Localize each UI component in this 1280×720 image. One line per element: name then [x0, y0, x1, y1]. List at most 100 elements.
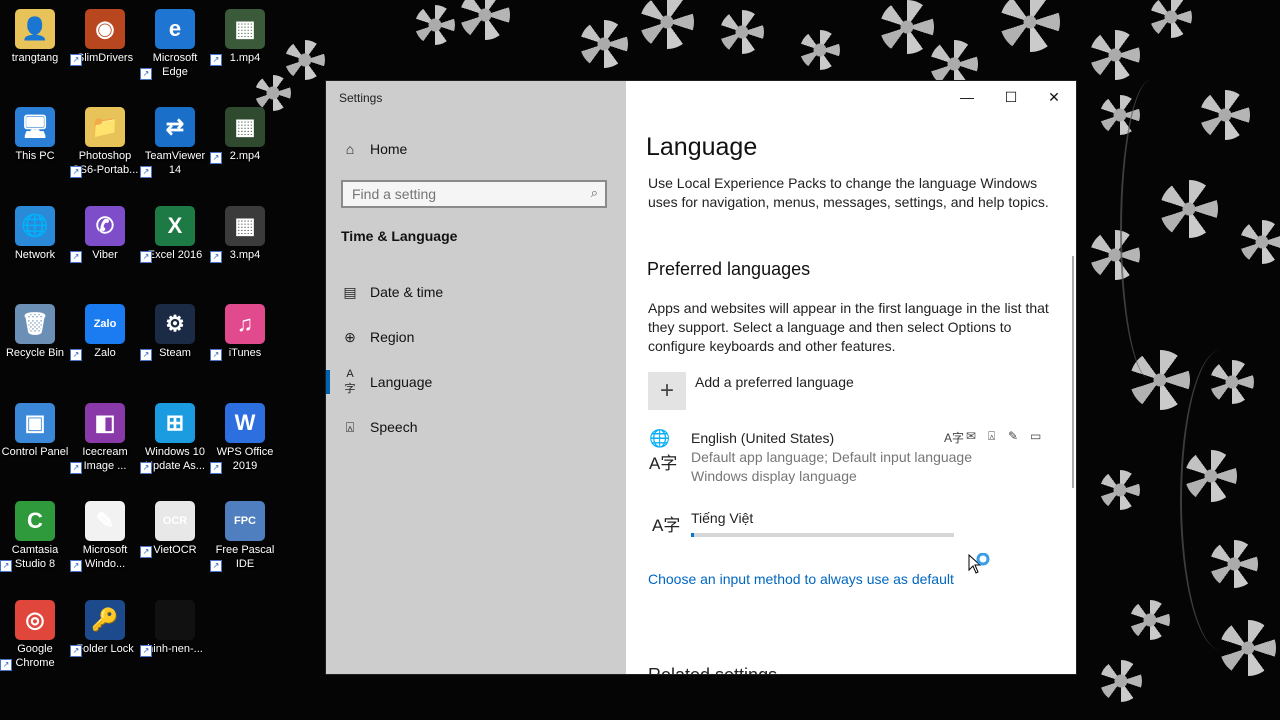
sidebar-item-language[interactable]: A字 Language [326, 362, 626, 402]
home-icon: ⌂ [345, 141, 355, 157]
shortcut-arrow-icon: ↗ [140, 166, 152, 178]
desktop-icon-label: This PC [15, 150, 55, 162]
app-icon: 🔑 [85, 600, 125, 640]
shortcut-arrow-icon: ↗ [210, 560, 222, 572]
app-icon: FPC [225, 501, 265, 541]
desktop-icon[interactable]: ✆ ↗ Viber [70, 202, 140, 263]
shortcut-arrow-icon: ↗ [210, 462, 222, 474]
microphone-icon: ⍓ [988, 429, 996, 443]
app-icon: e [155, 9, 195, 49]
desktop-icon[interactable]: 📁 ↗ Photoshop CS6-Portab... [70, 103, 140, 178]
desktop-icon[interactable]: W ↗ WPS Office 2019 [210, 399, 280, 474]
app-icon: ◎ [15, 600, 55, 640]
input-method-link[interactable]: Choose an input method to always use as … [648, 571, 954, 587]
desktop-icon[interactable]: ◎ ↗ Google Chrome [0, 596, 70, 671]
app-icon: 👤 [15, 9, 55, 49]
desktop-icon[interactable]: ▦ ↗ 1.mp4 [210, 5, 280, 66]
desktop-icon[interactable]: ▣ Control Panel [0, 399, 70, 459]
desktop-icon[interactable]: ◉ ↗ SlimDrivers [70, 5, 140, 66]
search-box[interactable]: ⌕ [341, 180, 607, 208]
shortcut-arrow-icon: ↗ [140, 251, 152, 263]
language-icon: A字 [344, 368, 356, 395]
plus-icon: + [659, 377, 674, 404]
app-icon: X [155, 206, 195, 246]
microphone-icon: ⍓ [345, 418, 355, 435]
add-language-button[interactable]: + [648, 372, 686, 410]
app-icon: 📁 [85, 107, 125, 147]
sidebar-item-date-time[interactable]: ▤ Date & time [326, 272, 626, 312]
app-icon: 🖥 [15, 107, 55, 147]
related-settings-heading: Related settings [648, 666, 777, 675]
shortcut-arrow-icon: ↗ [210, 54, 222, 66]
app-icon: C [15, 501, 55, 541]
desktop-icon[interactable]: ✎ ↗ Microsoft Windo... [70, 497, 140, 572]
desktop-icon[interactable]: OCR ↗ VietOCR [140, 497, 210, 558]
desktop-icon[interactable]: FPC ↗ Free Pascal IDE [210, 497, 280, 572]
sidebar-item-label: Language [370, 374, 433, 390]
desktop-icon-label: Recycle Bin [5, 347, 65, 359]
desktop-icon[interactable]: e ↗ Microsoft Edge [140, 5, 210, 80]
app-icon: ◧ [85, 403, 125, 443]
app-icon: 🌐 [15, 206, 55, 246]
app-icon: ◉ [85, 9, 125, 49]
shortcut-arrow-icon: ↗ [140, 645, 152, 657]
window-title: Settings [339, 91, 383, 105]
section-heading: Time & Language [341, 228, 458, 244]
app-icon: 🗑 [15, 304, 55, 344]
desktop-icon[interactable]: Zalo ↗ Zalo [70, 300, 140, 361]
app-icon: ▣ [15, 403, 55, 443]
app-icon: Zalo [85, 304, 125, 344]
shortcut-arrow-icon: ↗ [70, 349, 82, 361]
app-icon [155, 600, 195, 640]
page-title: Language [646, 133, 758, 161]
app-icon: ▦ [225, 107, 265, 147]
shortcut-arrow-icon: ↗ [210, 152, 222, 164]
app-icon: ▦ [225, 206, 265, 246]
add-language-label[interactable]: Add a preferred language [695, 373, 854, 392]
desktop-icon[interactable]: 👤 trangtang [0, 5, 70, 65]
language-detail: Default app language; Default input lang… [691, 449, 972, 465]
desktop-icon[interactable]: 🖥 This PC [0, 103, 70, 163]
busy-cursor-icon [967, 552, 993, 584]
desktop-icon[interactable]: ▦ ↗ 3.mp4 [210, 202, 280, 263]
shortcut-arrow-icon: ↗ [210, 251, 222, 263]
handwriting-icon: ✎ [1008, 429, 1019, 443]
sidebar-item-speech[interactable]: ⍓ Speech [326, 407, 626, 447]
sidebar-item-label: Date & time [370, 284, 444, 300]
globe-icon: ⊕ [344, 328, 356, 345]
scrollbar[interactable] [1072, 256, 1074, 488]
intro-text: Use Local Experience Packs to change the… [648, 175, 1049, 210]
language-icon: 🌐 A字 [649, 429, 678, 473]
desktop-icon-label: trangtang [11, 52, 59, 64]
sidebar-item-region[interactable]: ⊕ Region [326, 317, 626, 357]
desktop-icon[interactable]: ◧ ↗ Icecream Image ... [70, 399, 140, 474]
search-input[interactable] [343, 182, 591, 206]
language-icon: A字 [652, 516, 681, 535]
calendar-clock-icon: ▤ [343, 283, 357, 300]
desktop-icon[interactable]: ▦ ↗ 2.mp4 [210, 103, 280, 164]
desktop-icon[interactable]: ↗ hinh-nen-... [140, 596, 210, 657]
settings-content: Language Use Local Experience Packs to c… [626, 81, 1076, 674]
desktop-icon[interactable]: ⚙ ↗ Steam [140, 300, 210, 361]
desktop-icon[interactable]: X ↗ Excel 2016 [140, 202, 210, 263]
desktop-icon[interactable]: ⇄ ↗ TeamViewer 14 [140, 103, 210, 178]
app-icon: ⊞ [155, 403, 195, 443]
language-name-vietnamese[interactable]: Tiếng Việt [691, 509, 753, 528]
display-language-icon: A字 [944, 431, 965, 445]
app-icon: W [225, 403, 265, 443]
shortcut-arrow-icon: ↗ [210, 349, 222, 361]
shortcut-arrow-icon: ↗ [70, 462, 82, 474]
sidebar-item-label: Speech [370, 419, 418, 435]
settings-sidebar: Settings ⌂ Home ⌕ Time & Language ▤ Date… [326, 81, 626, 674]
desktop-icon[interactable]: 🌐 Network [0, 202, 70, 262]
desktop-icon[interactable]: 🗑 Recycle Bin [0, 300, 70, 360]
desktop-icon[interactable]: 🔑 ↗ Folder Lock [70, 596, 140, 657]
search-icon: ⌕ [590, 185, 598, 200]
progress-fill [691, 533, 694, 537]
sidebar-item-home[interactable]: ⌂ Home [326, 129, 626, 169]
desktop-icon[interactable]: ♫ ↗ iTunes [210, 300, 280, 361]
shortcut-arrow-icon: ↗ [70, 560, 82, 572]
desktop-icon[interactable]: C ↗ Camtasia Studio 8 [0, 497, 70, 572]
desktop-icon[interactable]: ⊞ ↗ Windows 10 Update As... [140, 399, 210, 474]
shortcut-arrow-icon: ↗ [70, 166, 82, 178]
